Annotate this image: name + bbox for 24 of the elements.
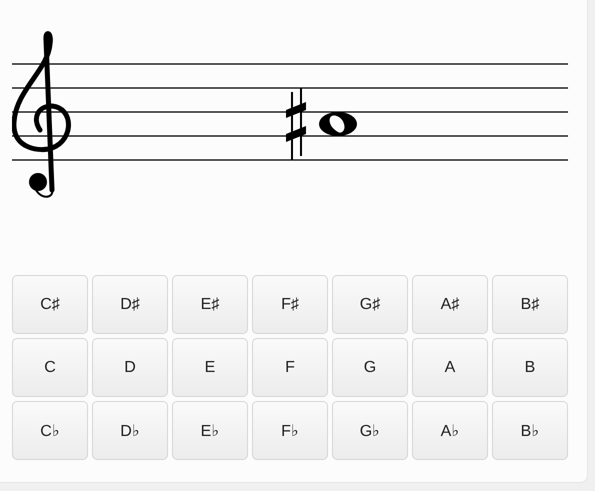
- note-button[interactable]: D♯: [92, 275, 168, 334]
- note-button[interactable]: B: [492, 338, 568, 397]
- note-button[interactable]: G♯: [332, 275, 408, 334]
- note-button[interactable]: C♯: [12, 275, 88, 334]
- note-button[interactable]: E: [172, 338, 248, 397]
- note-button[interactable]: G♭: [332, 401, 408, 460]
- note-button[interactable]: D♭: [92, 401, 168, 460]
- sharp-icon: [286, 88, 306, 160]
- note-button[interactable]: E♯: [172, 275, 248, 334]
- note-button[interactable]: C: [12, 338, 88, 397]
- note-button[interactable]: C♭: [12, 401, 88, 460]
- note-button[interactable]: A♯: [412, 275, 488, 334]
- whole-note-icon: [319, 112, 357, 136]
- note-button[interactable]: A: [412, 338, 488, 397]
- note-button[interactable]: F♯: [252, 275, 328, 334]
- note-button[interactable]: E♭: [172, 401, 248, 460]
- note-button[interactable]: B♯: [492, 275, 568, 334]
- treble-clef-icon: [12, 31, 71, 198]
- note-button[interactable]: F: [252, 338, 328, 397]
- note-button[interactable]: D: [92, 338, 168, 397]
- note-button[interactable]: B♭: [492, 401, 568, 460]
- note-button[interactable]: G: [332, 338, 408, 397]
- note-button[interactable]: A♭: [412, 401, 488, 460]
- note-button[interactable]: F♭: [252, 401, 328, 460]
